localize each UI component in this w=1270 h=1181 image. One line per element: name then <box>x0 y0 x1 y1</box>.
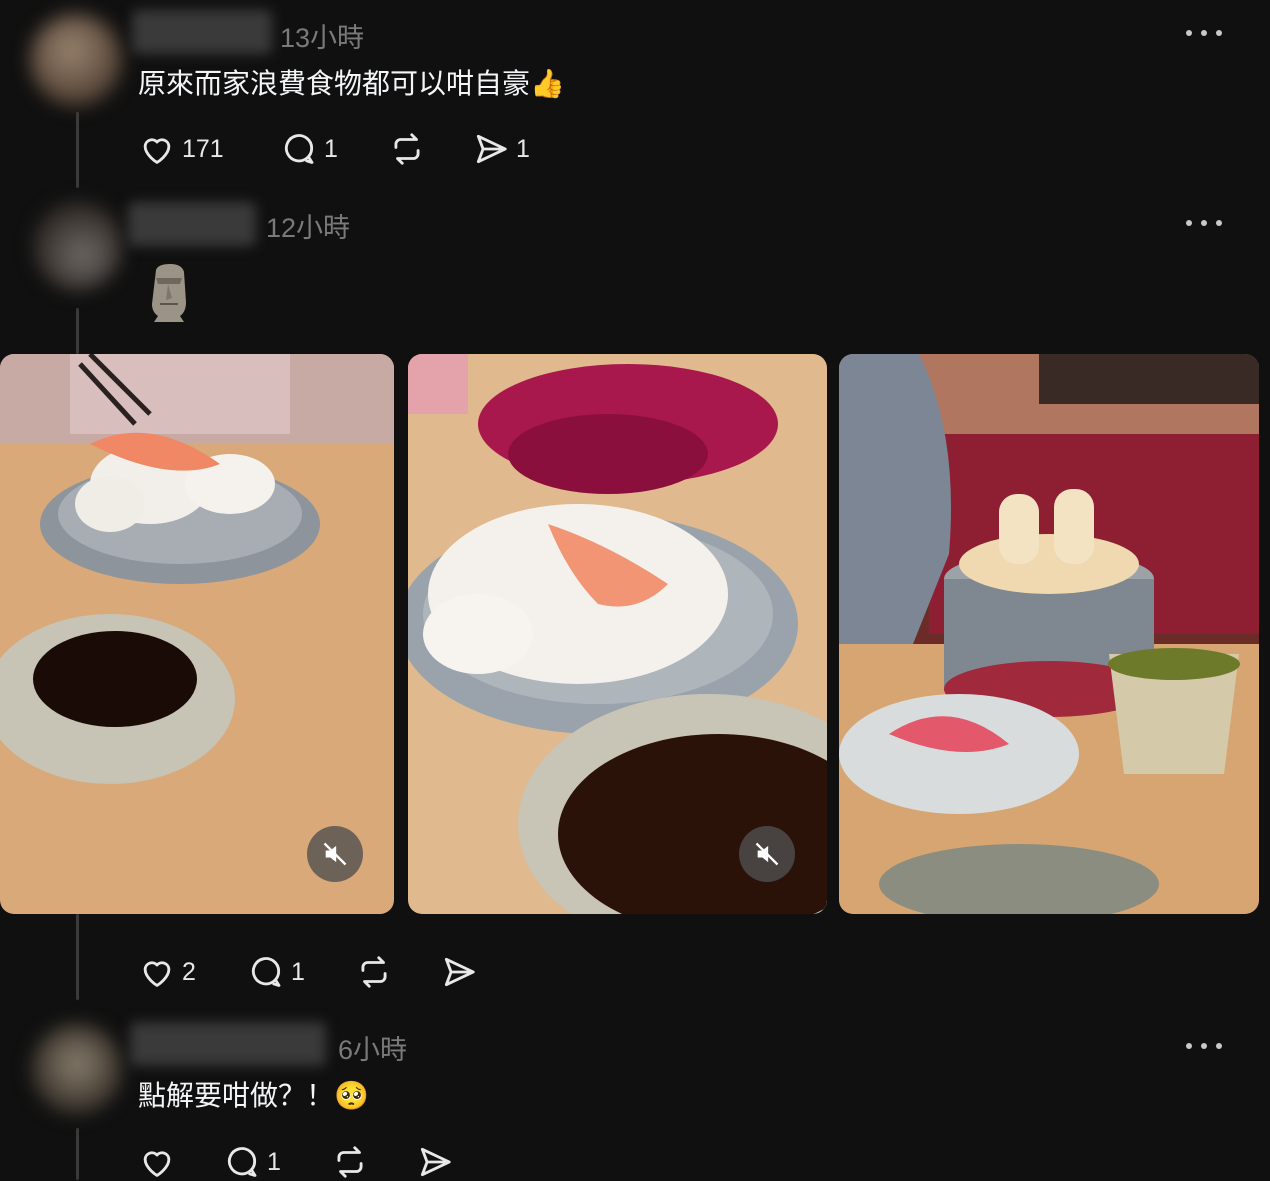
like-button[interactable]: 171 <box>138 130 224 168</box>
like-count: 171 <box>182 134 224 163</box>
mute-button[interactable] <box>739 826 795 882</box>
timestamp: 6小時 <box>338 1035 408 1065</box>
dot-icon <box>1186 1043 1192 1049</box>
heart-icon <box>143 1151 171 1177</box>
thread-line <box>76 1128 79 1180</box>
video-thumbnail[interactable] <box>0 354 394 914</box>
repost-button[interactable] <box>331 1143 375 1181</box>
comment-icon <box>251 957 281 987</box>
comment-icon <box>227 1147 257 1177</box>
username[interactable] <box>130 1022 326 1066</box>
timestamp: 12小時 <box>266 213 351 243</box>
username[interactable] <box>128 202 256 246</box>
reply-button[interactable]: 1 <box>247 953 305 991</box>
speaker-muted-icon <box>323 842 347 866</box>
post-text: 原來而家浪費食物都可以咁自豪👍 <box>138 67 565 100</box>
dot-icon <box>1186 30 1192 36</box>
reply-count: 1 <box>267 1147 281 1176</box>
reply-count: 1 <box>291 957 305 986</box>
repost-icon <box>361 956 387 988</box>
video-thumbnail[interactable] <box>408 354 827 914</box>
sushi-photo <box>839 354 1259 914</box>
photo-thumbnail[interactable] <box>839 354 1259 914</box>
dot-icon <box>1216 30 1222 36</box>
more-options-button[interactable] <box>1186 28 1222 38</box>
dot-icon <box>1201 30 1207 36</box>
dot-icon <box>1216 220 1222 226</box>
more-options-button[interactable] <box>1186 1041 1222 1051</box>
moai-icon <box>152 264 186 322</box>
avatar[interactable] <box>30 14 122 106</box>
like-button[interactable] <box>138 1143 182 1181</box>
share-button[interactable]: 1 <box>472 130 530 168</box>
reply-button[interactable]: 1 <box>223 1143 281 1181</box>
more-options-button[interactable] <box>1186 218 1222 228</box>
repost-button[interactable] <box>388 130 432 168</box>
dot-icon <box>1216 1043 1222 1049</box>
mute-button[interactable] <box>307 826 363 882</box>
avatar[interactable] <box>32 1024 122 1114</box>
like-button[interactable]: 2 <box>138 953 196 991</box>
share-button[interactable] <box>416 1143 460 1181</box>
speaker-muted-icon <box>755 842 779 866</box>
send-icon <box>420 1147 451 1177</box>
reply-count: 1 <box>324 134 338 163</box>
thread-line <box>76 112 79 188</box>
thread-line <box>76 914 79 1000</box>
like-count: 2 <box>182 957 196 986</box>
repost-button[interactable] <box>355 953 399 991</box>
send-icon <box>444 957 475 987</box>
share-count: 1 <box>516 134 530 163</box>
timestamp: 13小時 <box>280 23 365 53</box>
thread-line <box>76 308 79 354</box>
dot-icon <box>1186 220 1192 226</box>
comment-icon <box>284 134 314 164</box>
heart-icon <box>143 961 171 987</box>
heart-icon <box>143 138 171 164</box>
repost-icon <box>337 1146 363 1178</box>
send-icon <box>476 134 507 164</box>
post-text: 點解要咁做？！🥺 <box>138 1079 369 1112</box>
username[interactable] <box>132 10 272 54</box>
dot-icon <box>1201 1043 1207 1049</box>
repost-icon <box>394 133 420 165</box>
reply-button[interactable]: 1 <box>280 130 338 168</box>
dot-icon <box>1201 220 1207 226</box>
share-button[interactable] <box>440 953 484 991</box>
avatar[interactable] <box>34 202 122 290</box>
